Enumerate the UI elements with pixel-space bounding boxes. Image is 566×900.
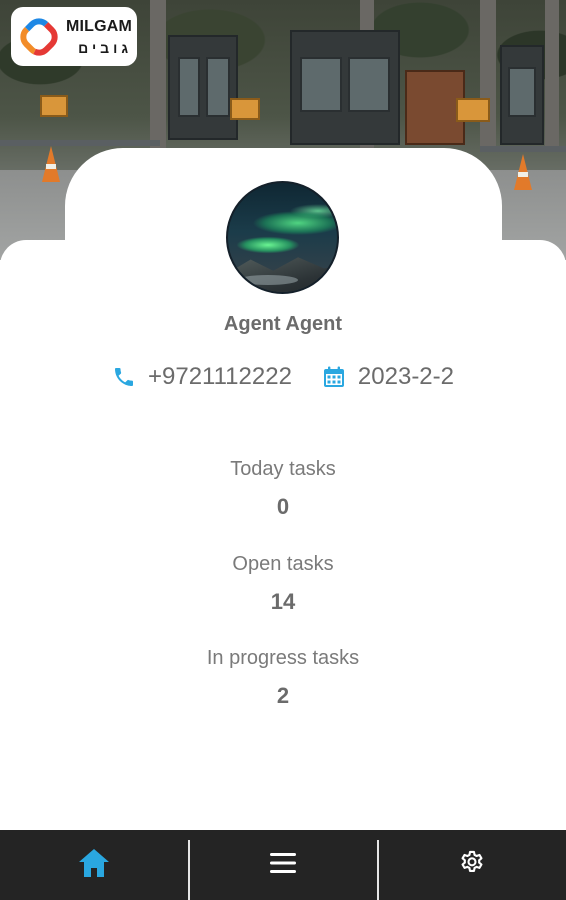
stat-value: 14 — [270, 589, 296, 614]
menu-icon — [270, 852, 296, 879]
logo-text-he: גובים — [78, 39, 133, 56]
home-icon — [77, 847, 111, 884]
bottom-nav — [0, 830, 566, 900]
milgam-logo-mark — [18, 16, 60, 58]
agent-name: Agent Agent — [223, 313, 343, 335]
stat-in-progress-tasks: In progress tasks 2 — [0, 647, 566, 709]
gear-icon — [458, 849, 486, 882]
date-text: 2023-2-2 — [357, 363, 454, 390]
nav-home[interactable] — [0, 830, 189, 900]
nav-settings[interactable] — [377, 830, 566, 900]
contact-row: +9721112222 2023-2-2 — [0, 361, 566, 393]
stat-value: 0 — [276, 494, 290, 519]
stat-label: Open tasks — [232, 553, 334, 575]
phone-number: +9721112222 — [147, 363, 292, 390]
stat-label: In progress tasks — [206, 647, 360, 669]
stat-label: Today tasks — [230, 458, 336, 480]
stat-today-tasks: Today tasks 0 — [0, 458, 566, 520]
date-item: 2023-2-2 — [322, 363, 454, 391]
milgam-logo: MILGAM גובים — [11, 7, 137, 66]
calendar-icon — [322, 365, 346, 389]
avatar[interactable] — [226, 181, 339, 294]
phone-item[interactable]: +9721112222 — [112, 363, 292, 391]
stat-open-tasks: Open tasks 14 — [0, 553, 566, 615]
nav-menu[interactable] — [189, 830, 378, 900]
logo-text-en: MILGAM — [66, 17, 133, 35]
phone-icon — [112, 365, 136, 389]
stat-value: 2 — [276, 683, 290, 708]
